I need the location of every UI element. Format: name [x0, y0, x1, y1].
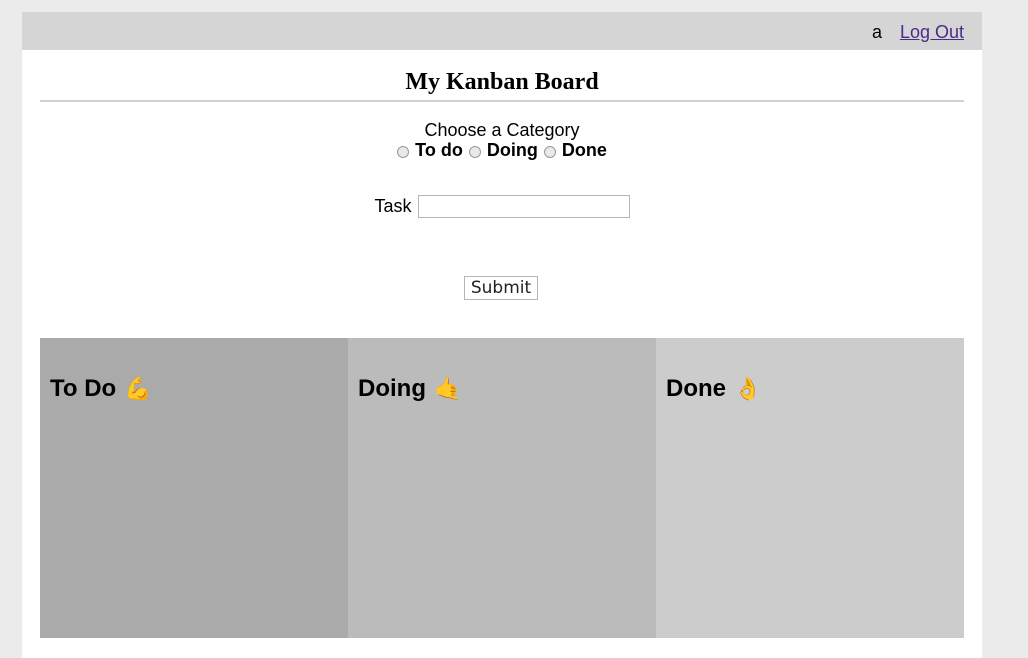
- doing-radio[interactable]: [468, 145, 481, 158]
- username-label: a: [871, 22, 882, 42]
- ok-hand-icon: 👌: [734, 376, 762, 401]
- page-title: My Kanban Board: [405, 69, 599, 95]
- column-doing: Doing 🤙: [348, 338, 656, 638]
- done-radio-label: Done: [561, 140, 607, 160]
- category-option-doing[interactable]: Doing: [468, 140, 538, 160]
- submit-button[interactable]: Submit: [464, 276, 538, 300]
- logout-link[interactable]: Log Out: [900, 22, 964, 42]
- task-label: Task: [374, 196, 412, 216]
- top-bar: a Log Out: [22, 12, 982, 50]
- column-title-todo: To Do 💪: [50, 374, 338, 404]
- column-title-todo-text: To Do: [50, 375, 117, 402]
- kanban-board: To Do 💪 Doing 🤙 Done 👌: [40, 338, 964, 638]
- category-radio-group: To do Doing Done: [40, 140, 964, 160]
- task-field-row: Task: [40, 195, 964, 218]
- column-title-doing-text: Doing: [358, 375, 426, 402]
- doing-radio-label: Doing: [486, 140, 538, 160]
- call-me-hand-icon: 🤙: [433, 376, 462, 401]
- column-done: Done 👌: [656, 338, 964, 638]
- task-input[interactable]: [417, 195, 630, 218]
- todo-radio[interactable]: [397, 145, 410, 158]
- column-todo: To Do 💪: [40, 338, 348, 638]
- column-title-doing: Doing 🤙: [358, 374, 646, 404]
- title-divider: [40, 100, 964, 102]
- category-option-done[interactable]: Done: [543, 140, 607, 160]
- flexed-biceps-icon: 💪: [124, 376, 152, 401]
- category-label: Choose a Category: [424, 120, 580, 140]
- page-container: a Log Out My Kanban Board Choose a Categ…: [22, 12, 982, 658]
- column-title-done-text: Done: [666, 375, 726, 402]
- column-title-done: Done 👌: [666, 374, 954, 404]
- todo-radio-label: To do: [415, 140, 463, 160]
- done-radio[interactable]: [543, 145, 556, 158]
- category-option-todo[interactable]: To do: [397, 140, 463, 160]
